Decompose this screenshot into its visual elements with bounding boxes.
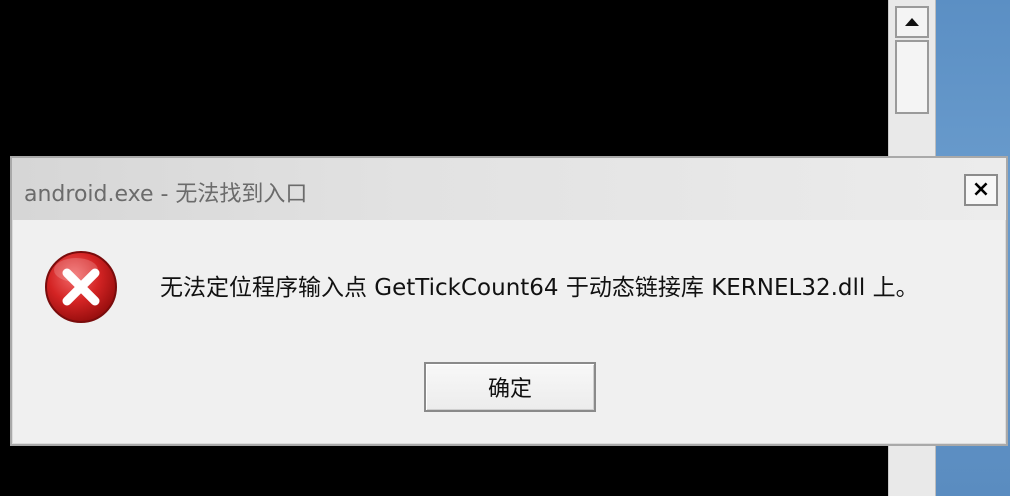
close-icon: ×	[971, 177, 991, 202]
error-icon	[45, 251, 117, 323]
dialog-titlebar[interactable]: android.exe - 无法找到入口 ×	[12, 158, 1006, 220]
arrow-up-icon	[905, 18, 919, 26]
error-dialog: android.exe - 无法找到入口 × 无法定位程序输入点 GetTick…	[10, 156, 1008, 446]
ok-button-label: 确定	[487, 377, 532, 402]
scroll-up-button[interactable]	[895, 6, 929, 38]
ok-button[interactable]: 确定	[424, 362, 596, 412]
scroll-thumb[interactable]	[895, 40, 929, 114]
error-message: 无法定位程序输入点 GetTickCount64 于动态链接库 KERNEL32…	[160, 275, 919, 301]
dialog-title: android.exe - 无法找到入口	[24, 182, 308, 207]
close-button[interactable]: ×	[964, 174, 998, 206]
